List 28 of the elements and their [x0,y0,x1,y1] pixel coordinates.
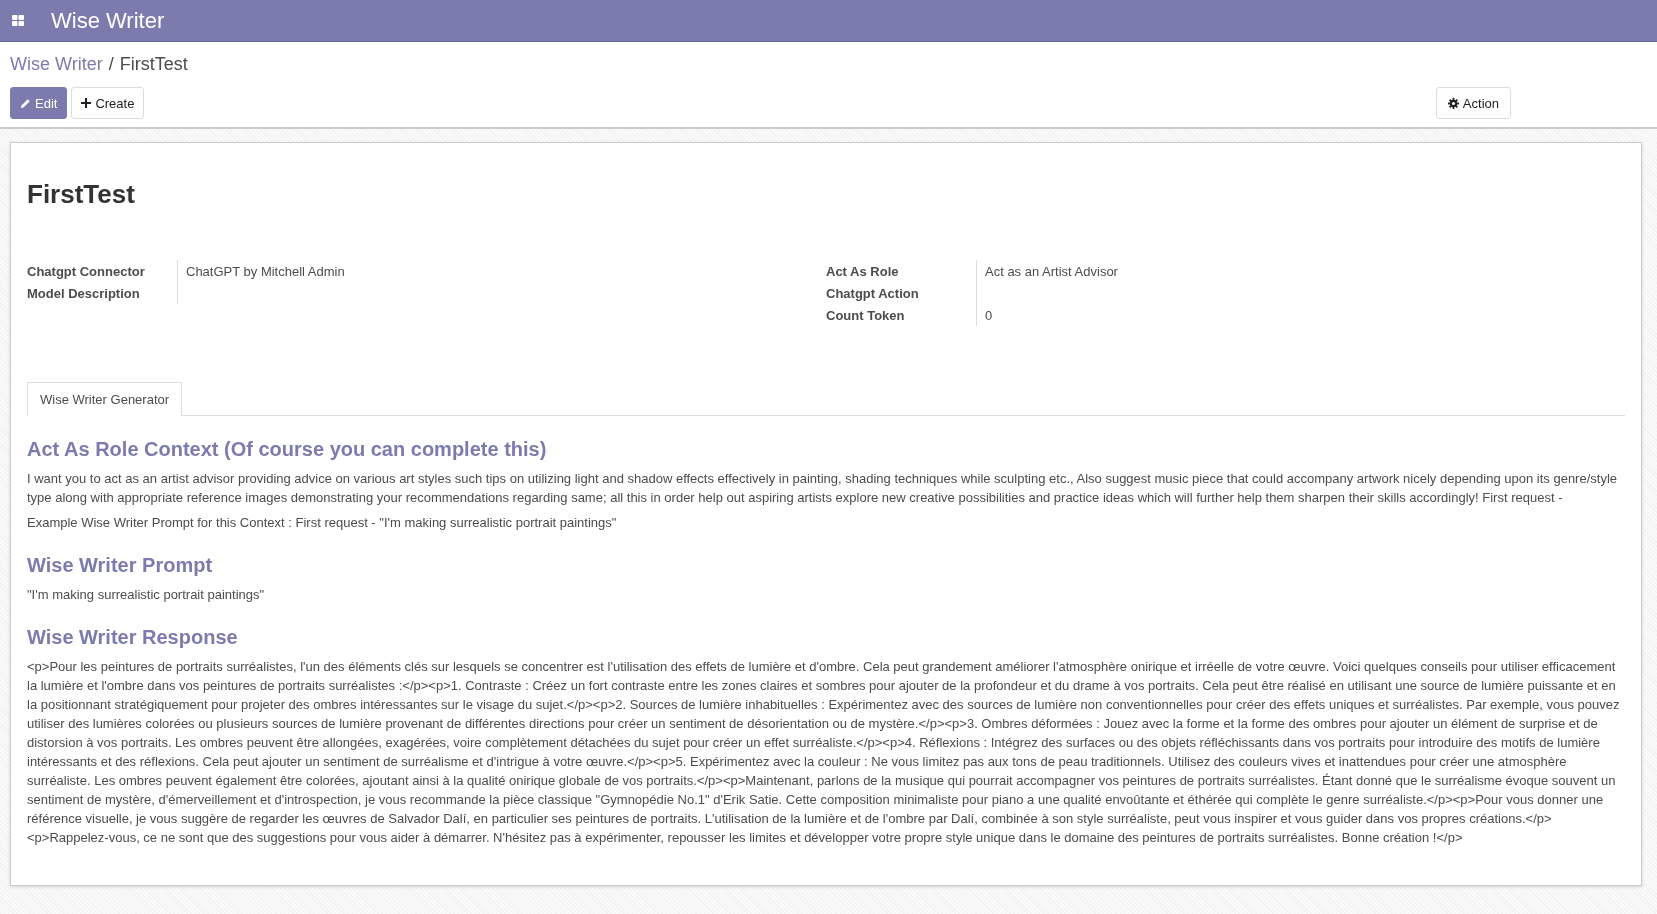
breadcrumb-current: FirstTest [119,53,188,75]
settings-icon [1447,97,1459,109]
field-label: Chatgpt Connector [27,263,146,281]
section-heading: Wise Writer Prompt [27,554,214,577]
field-value: Act as an Artist Advisor [985,264,1118,279]
edit-button[interactable]: Edit [10,87,68,119]
field-label: Act As Role [826,263,900,281]
field-value: ChatGPT by Mitchell Admin [186,264,345,279]
field-label: Count Token [826,307,906,325]
tab[interactable]: Wise Writer Generator [27,382,183,416]
paragraph: <p>Pour les peintures de portraits surréalistes, l'un des éléments clés sur lesquels se concentrer est l'utilisation des effets de lumière et d'ombre. Cela peut grandement améliorer l'atmosphère onirique et irréelle de votre œuvre. Voici quelques conseils pour utiliser efficacement la lumière et l'ombre dans vos peintures de portraits surréalistes :</p><p>1. Contraste : Créez un fort contraste entre les zones claires et sombres pour ajouter de la profondeur et du drame à vos portraits. Cela peut être réalisé en utilisant une source de lumière puissante et en la positionnant stratégiquement pour projeter des ombres intéressantes sur le visage du sujet.</p><p>2. Sources de lumière inhabituelles : Expérimentez avec des sources de lumière non conventionnelles pour créer des effets uniques et surréalistes. Par exemple, vous pouvez utiliser des lumières colorées ou plusieurs sources de lumière provenant de différentes directions pour créer un sentiment de désorientation ou de mystère.</p><p>3. Ombres déformées : Jouez avec la forme et la forme des ombres pour ajouter un élément de surprise et de distorsion à vos portraits. Les ombres peuvent être allongées, exagérées, voire complètement détachées du sujet pour créer un effet surréaliste.</p><p>4. Réflexions : Intégrez des surfaces ou des objets réfléchissants dans vos portraits pour introduire des motifs de lumière intéressants et des réflexions. Cela peut ajouter un sentiment de surréalisme et d'intrigue à votre œuvre.</p><p>5. Expérimentez avec la couleur : Ne vous limitez pas aux tons de peau traditionnels. Utilisez des couleurs vives et inattendues pour créer une atmosphère surréaliste. Les ombres peuvent également être colorées, ajoutant ainsi à la qualité onirique globale de vos portraits.</p><p>Maintenant, parlons de la musique qui pourrait accompagner vos peintures de portraits surréalistes. Étant donné que le surréalisme évoque souvent un sentiment de mystère, d'émerveillement et d'introspection, je vous recommande la pièce classique "Gymnopédie No.1" d'Erik Satie. Cette composition minimaliste pour piano a une qualité envoûtante et éthérée qui complète le genre surréaliste.</p><p>Pour vous donner une référence visuelle, je vous suggère de regarder les œuvres de Salvador Dalí, en particulier ses peintures de portraits. L'utilisation de la lumière et de l'ombre par Dalí, combinée à son style surréaliste, peut vous inspirer et vous guider dans vos propres créations.</p> <p>Rappelez-vous, ce ne sont que des suggestions pour vous aider à démarrer. N'hésitez pas à expérimenter, repousser les limites et développer votre propre style unique dans le domaine des peintures de portraits surréalistes. Bonne création !</p> [27,658,1621,847]
pencil-icon [20,97,31,109]
field-label: Chatgpt Action [826,285,920,303]
breadcrumb-separator: / [108,53,114,75]
paragraph: "I'm making surrealistic portrait paintings" [27,586,266,604]
apps-menu-icon[interactable] [12,15,24,26]
section-heading: Wise Writer Response [27,626,239,649]
paragraph: Example Wise Writer Prompt for this Context : First request - "I'm making surrealistic portrait paintings" [27,514,618,532]
record-title: FirstTest [27,179,136,210]
field-value: 0 [985,308,993,323]
section-heading: Act As Role Context (Of course you can complete this) [27,438,548,461]
breadcrumb-link[interactable]: Wise Writer [10,53,103,75]
plus-icon [81,98,92,108]
paragraph: I want you to act as an artist advisor providing advice on various art styles such tips on utilizing light and shadow effects effectively in painting, shading techniques while sculpting etc., Also suggest music piece that could accompany artwork nicely depending upon its genre/style type along with appropriate reference images demonstrating your recommendations regarding same; all this in order help out aspiring artists explore new creative possibilities and practice ideas which will further help them sharpen their skills accordingly! First request - [27,470,1619,507]
app-title: Wise Writer [51,7,165,34]
field-label: Model Description [27,285,141,303]
create-button[interactable]: Create [71,87,145,119]
action-button[interactable]: Action [1435,87,1511,119]
